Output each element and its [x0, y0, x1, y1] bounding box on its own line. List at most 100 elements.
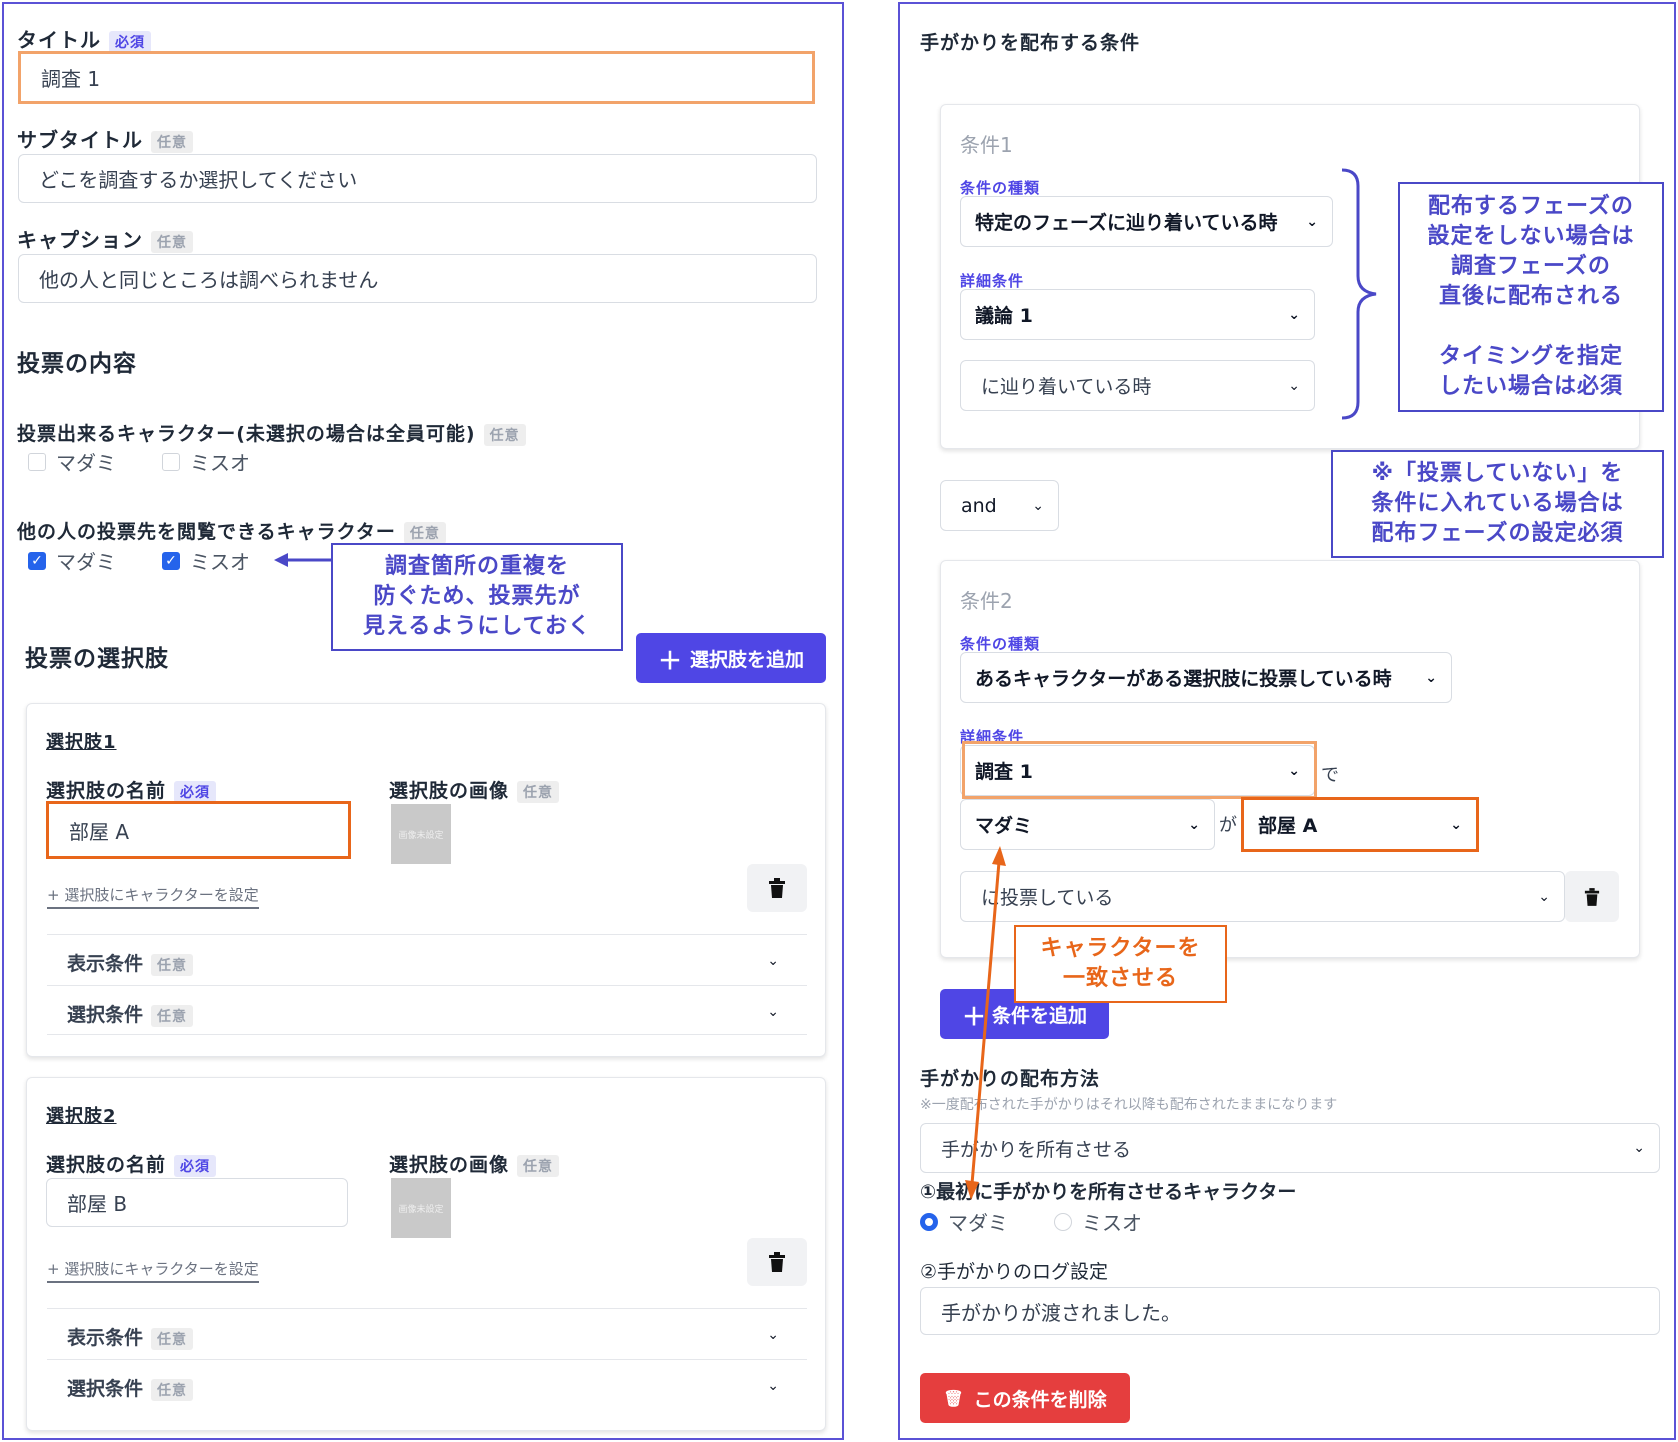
select-condition-accordion[interactable]: 選択条件 任意 ⌄	[47, 985, 807, 1035]
vote-state-select[interactable]: に投票している ⌄	[960, 871, 1565, 922]
choice-name-label-text: 選択肢の名前	[46, 1154, 167, 1176]
choices-heading: 投票の選択肢	[25, 646, 169, 672]
voters-checkboxes: マダミ ミスオ	[28, 447, 290, 476]
condition-type-label: 条件の種類	[960, 635, 1041, 653]
optional-tag: 任意	[151, 1378, 194, 1401]
display-condition-text: 表示条件	[67, 953, 144, 975]
choice-image-placeholder[interactable]: 画像未設定	[391, 804, 451, 864]
voters-label-text: 投票出来るキャラクター(未選択の場合は全員可能)	[17, 423, 476, 445]
trash-icon	[769, 878, 785, 898]
choice-image-label-text: 選択肢の画像	[389, 780, 510, 802]
viewers-checkboxes: ✓ マダミ ✓ ミスオ	[28, 546, 290, 575]
chevron-down-icon: ⌄	[1633, 1140, 1645, 1156]
radio-unchecked[interactable]	[1054, 1212, 1072, 1231]
checkbox-unchecked[interactable]	[28, 452, 46, 471]
display-condition-accordion[interactable]: 表示条件 任意 ⌄	[47, 934, 807, 984]
optional-tag: 任意	[151, 130, 193, 153]
voter-option[interactable]: ミスオ	[162, 447, 250, 476]
checkbox-checked-icon[interactable]: ✓	[28, 551, 46, 570]
delete-choice-button[interactable]	[747, 864, 807, 912]
distribution-select[interactable]: 手がかりを所有させる ⌄	[920, 1123, 1660, 1173]
title-input[interactable]: 調査 1	[18, 51, 815, 104]
chevron-down-icon: ⌄	[1450, 816, 1462, 833]
delete-choice-button[interactable]	[747, 1238, 807, 1286]
callout-phase: 配布するフェーズの 設定をしない場合は 調査フェーズの 直後に配布される タイミ…	[1398, 182, 1664, 412]
vote-section-heading: 投票の内容	[17, 351, 137, 377]
optional-tag: 任意	[151, 230, 193, 253]
condition-title: 条件1	[960, 133, 1013, 157]
display-condition-accordion[interactable]: 表示条件 任意 ⌄	[47, 1308, 807, 1358]
choice-image-label-text: 選択肢の画像	[389, 1154, 510, 1176]
select-condition-label: 選択条件 任意	[67, 1000, 194, 1027]
detail-value: 議論 1	[975, 305, 1033, 327]
delete-condition-row-button[interactable]	[1565, 871, 1619, 922]
title-value: 調査 1	[41, 67, 101, 91]
condition-card-2: 条件2 条件の種類 あるキャラクターがある選択肢に投票している時 ⌄ 詳細条件 調…	[940, 560, 1640, 958]
condition-type-select[interactable]: あるキャラクターがある選択肢に投票している時 ⌄	[960, 652, 1452, 703]
choice-image-placeholder[interactable]: 画像未設定	[391, 1178, 451, 1238]
subtitle-value: どこを調査するか選択してください	[39, 168, 358, 192]
radio-checked[interactable]	[920, 1212, 938, 1231]
double-arrow-icon	[965, 846, 1006, 1200]
add-choice-button[interactable]: ＋ 選択肢を追加	[636, 633, 826, 683]
chevron-down-icon: ⌄	[1032, 497, 1044, 514]
log-label: ②手がかりのログ設定	[920, 1261, 1109, 1283]
optional-tag: 任意	[403, 521, 446, 544]
chevron-down-icon: ⌄	[767, 1004, 779, 1020]
chevron-down-icon: ⌄	[1288, 377, 1300, 394]
viewer-name: マダミ	[56, 550, 116, 574]
voter-option[interactable]: マダミ	[28, 447, 116, 476]
choice-card-2: 選択肢2 選択肢の名前 必須 部屋 B 選択肢の画像 任意 画像未設定 + 選択肢に…	[26, 1077, 826, 1431]
viewer-option[interactable]: ✓ ミスオ	[162, 546, 250, 575]
optional-tag: 任意	[151, 953, 194, 976]
voter-name: マダミ	[56, 451, 116, 475]
condition-type-select[interactable]: 特定のフェーズに辿り着いている時 ⌄	[960, 196, 1333, 247]
title-label-text: タイトル	[17, 28, 101, 52]
choice-heading: 選択肢2	[46, 1106, 117, 1127]
callout-viewers: 調査箇所の重複を 防ぐため、投票先が 見えるようにしておく	[331, 543, 623, 651]
detail-label: 詳細条件	[960, 272, 1025, 290]
subtitle-label: サブタイトル 任意	[17, 124, 193, 153]
chevron-down-icon: ⌄	[767, 1327, 779, 1343]
choice-image-label: 選択肢の画像 任意	[389, 1150, 560, 1177]
select-condition-accordion[interactable]: 選択条件 任意 ⌄	[47, 1359, 807, 1409]
owner-option[interactable]: マダミ	[920, 1207, 1008, 1236]
subtitle-input[interactable]: どこを調査するか選択してください	[18, 154, 817, 203]
choice-name-label-text: 選択肢の名前	[46, 780, 167, 802]
choice-select[interactable]: 部屋 A ⌄	[1241, 797, 1479, 852]
choice-name-label: 選択肢の名前 必須	[46, 1150, 217, 1177]
subtitle-label-text: サブタイトル	[17, 128, 143, 152]
select-condition-text: 選択条件	[67, 1004, 144, 1026]
select-condition-label: 選択条件 任意	[67, 1374, 194, 1401]
select-condition-text: 選択条件	[67, 1378, 144, 1400]
caption-input[interactable]: 他の人と同じところは調べられません	[18, 254, 817, 303]
callout-match: キャラクターを 一致させる	[1014, 925, 1227, 1003]
owner-option[interactable]: ミスオ	[1054, 1207, 1142, 1236]
set-character-link[interactable]: + 選択肢にキャラクターを設定	[47, 1258, 259, 1283]
right-panel: 手がかりを配布する条件 条件1 条件の種類 特定のフェーズに辿り着いている時 ⌄ …	[898, 2, 1676, 1440]
checkbox-checked-icon[interactable]: ✓	[162, 551, 180, 570]
log-input[interactable]: 手がかりが渡されました。	[920, 1287, 1660, 1335]
choice-name-input[interactable]: 部屋 B	[46, 1178, 348, 1227]
set-character-link[interactable]: + 選択肢にキャラクターを設定	[47, 884, 259, 909]
voter-name: ミスオ	[190, 451, 250, 475]
choice-name-input[interactable]: 部屋 A	[46, 801, 351, 859]
state-select[interactable]: に辿り着いている時 ⌄	[960, 360, 1315, 411]
required-tag: 必須	[174, 780, 217, 803]
checkbox-unchecked[interactable]	[162, 452, 180, 471]
trash-icon	[769, 1252, 785, 1272]
optional-tag: 任意	[151, 1327, 194, 1350]
state-value: に辿り着いている時	[981, 376, 1152, 398]
display-condition-text: 表示条件	[67, 1327, 144, 1349]
viewer-option[interactable]: ✓ マダミ	[28, 546, 116, 575]
delete-condition-button[interactable]: 🗑 この条件を削除	[920, 1373, 1130, 1423]
chevron-down-icon: ⌄	[767, 953, 779, 969]
viewers-label: 他の人の投票先を閲覧できるキャラクター 任意	[17, 517, 446, 544]
connector-select[interactable]: and ⌄	[940, 480, 1059, 531]
condition-type-label: 条件の種類	[960, 179, 1041, 197]
detail-select[interactable]: 議論 1 ⌄	[960, 289, 1315, 340]
character-select[interactable]: マダミ ⌄	[960, 799, 1215, 850]
trash-icon: 🗑	[943, 1388, 964, 1408]
viewer-name: ミスオ	[190, 550, 250, 574]
choice-value: 部屋 A	[1258, 815, 1318, 837]
